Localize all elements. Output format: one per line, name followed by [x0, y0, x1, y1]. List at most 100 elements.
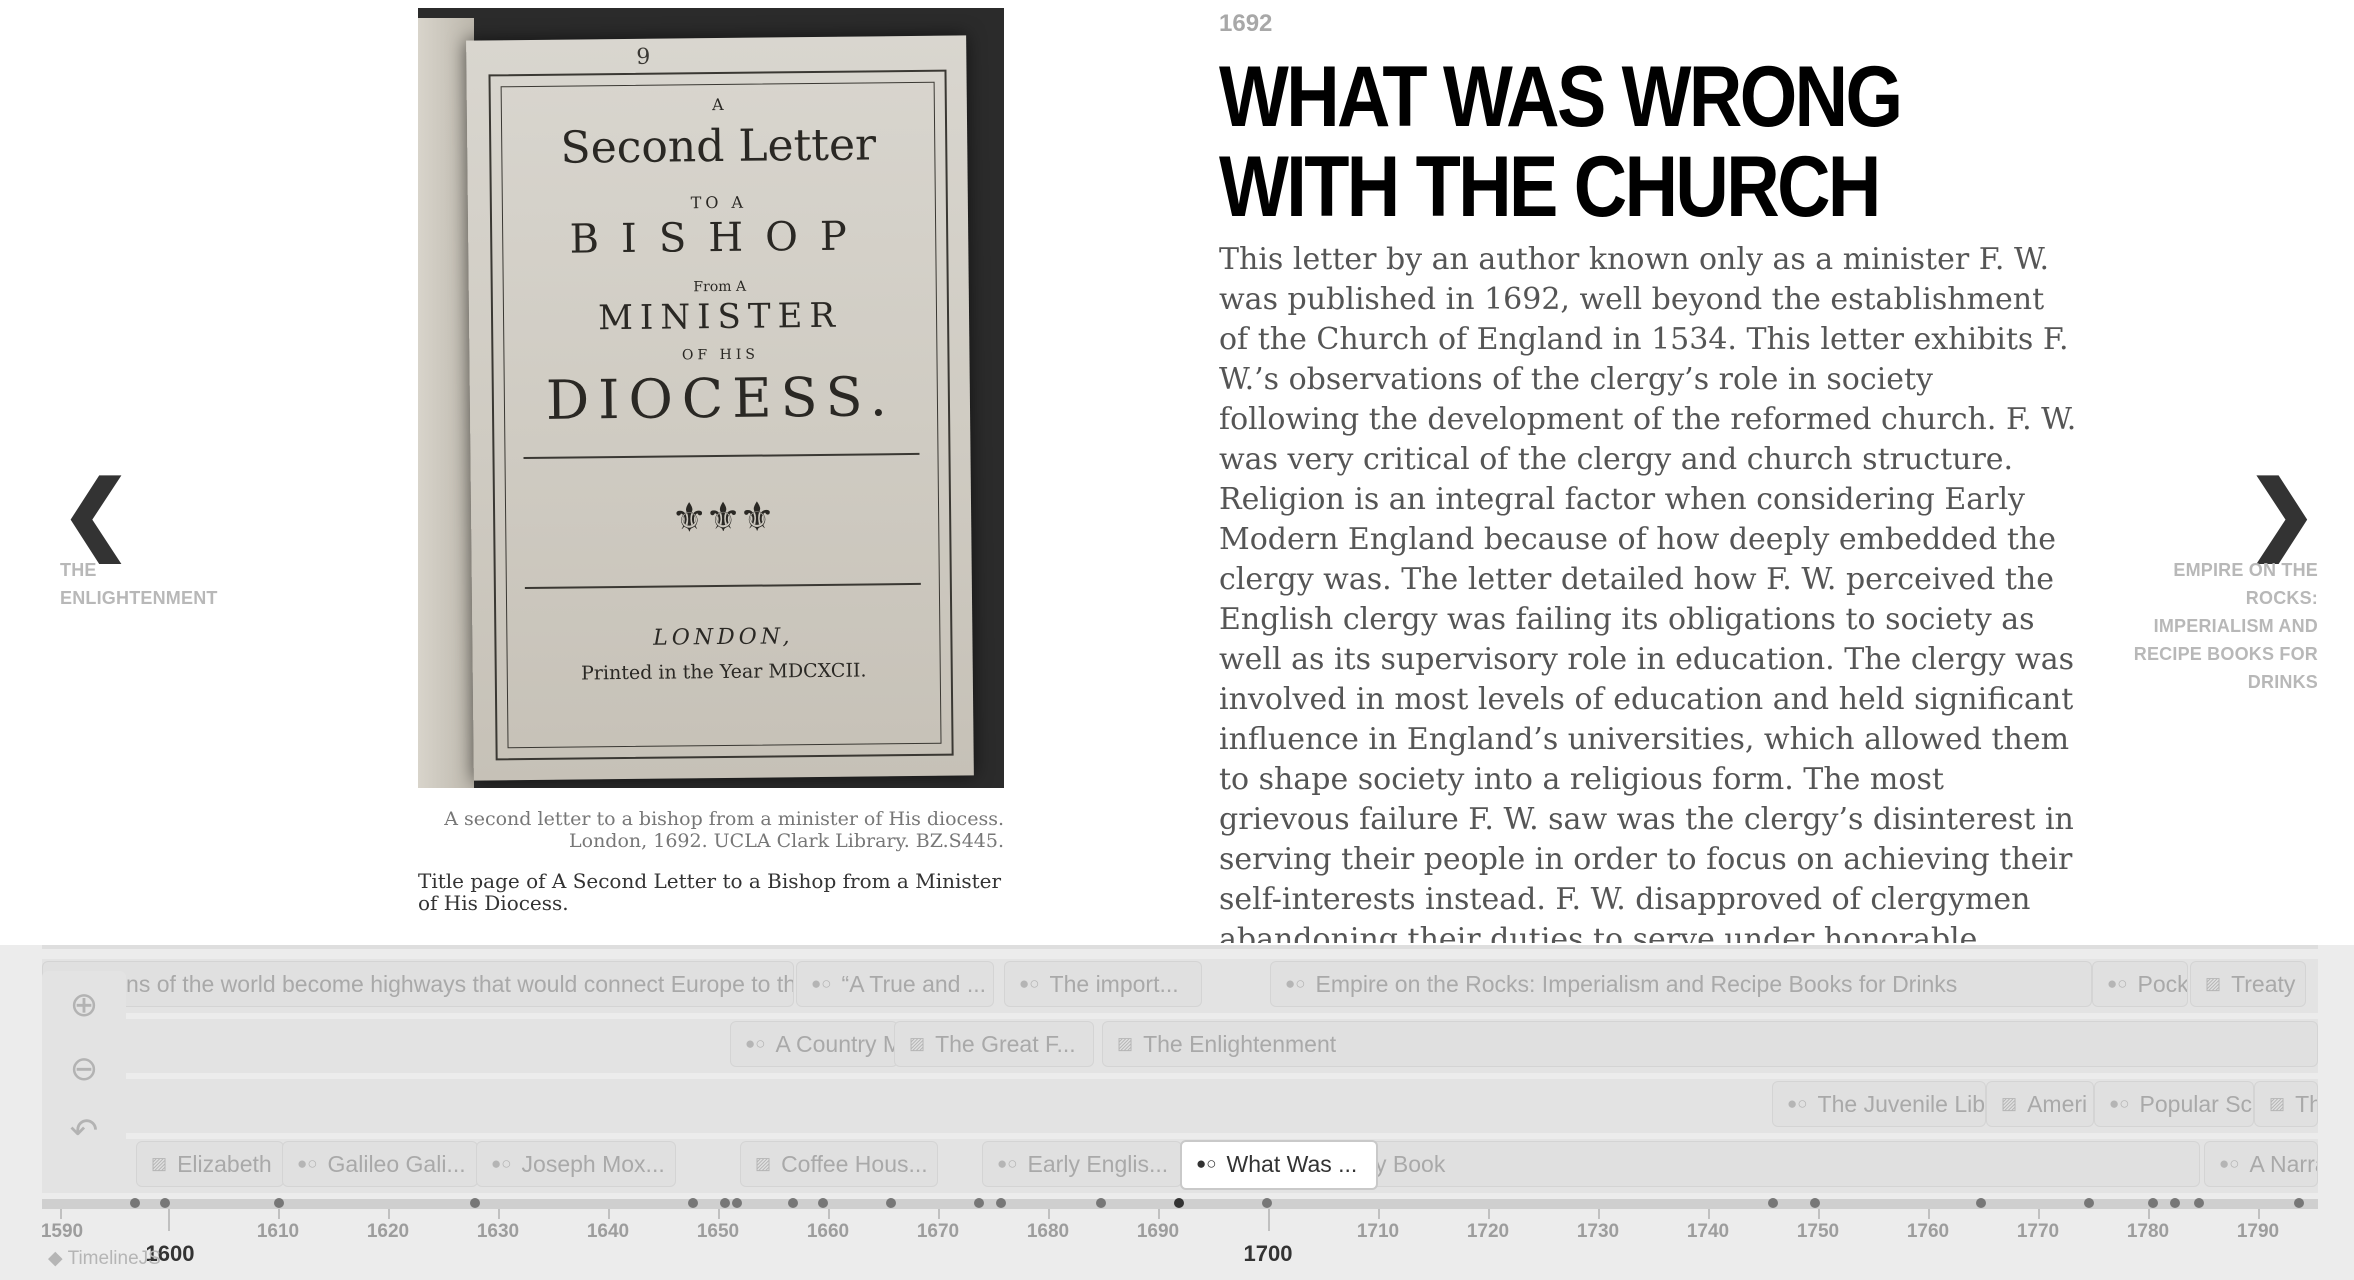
timeline-marker[interactable]: ▨ Ameri [1986, 1081, 2094, 1127]
slide-text: 1692 What Was Wrong with the Church This… [1219, 8, 2079, 943]
timeline-marker[interactable]: ▨Th [2254, 1081, 2318, 1127]
timeline-marker[interactable]: ●○ Pock [2092, 961, 2188, 1007]
title-page-rule-bottom [524, 582, 921, 590]
marker-type-icon: ●○ [2109, 1094, 2130, 1113]
axis-dot [1976, 1198, 1986, 1208]
timeline-marker[interactable]: ▨ The Great F... [894, 1021, 1094, 1067]
axis-tick [718, 1209, 720, 1219]
axis-year-label: 1730 [1576, 1221, 1620, 1242]
axis-dot [2294, 1198, 2304, 1208]
axis-tick [1488, 1209, 1490, 1219]
axis-dot [1768, 1198, 1778, 1208]
printer-ornament: ⚜⚜⚜ [671, 494, 774, 542]
axis-year-label: 1640 [586, 1221, 630, 1242]
axis-dot [688, 1198, 698, 1208]
image-icon: ▨ [909, 1034, 926, 1053]
timeline-marker[interactable]: ...oceans of the world become highways t… [42, 961, 794, 1007]
timelinejs-logo[interactable]: ◆ TimelineJS [48, 1247, 161, 1270]
book-left-page [418, 18, 474, 788]
zoom-out-icon[interactable]: ⊖ [64, 1049, 104, 1089]
title-line-diocess: DIOCESS. [545, 365, 897, 432]
zoom-in-icon[interactable]: ⊕ [64, 985, 104, 1025]
title-line-bishop: BISHOP [569, 213, 870, 263]
title-page: 9 A Second Letter TO A BISHOP From A MIN… [466, 35, 974, 781]
slide-body: This letter by an author known only as a… [1219, 242, 2077, 943]
axis-dot [818, 1198, 828, 1208]
axis-dot [470, 1198, 480, 1208]
axis-dot [1810, 1198, 1820, 1208]
image-icon: ▨ [151, 1154, 168, 1173]
axis-dot [886, 1198, 896, 1208]
axis-tick [1158, 1209, 1160, 1219]
marker-type-icon: ●○ [1285, 974, 1306, 993]
marker-type-icon: ●○ [1019, 974, 1040, 993]
axis-tick [2148, 1209, 2150, 1219]
timeline-marker[interactable]: ●○ The Juvenile Lib [1772, 1081, 1986, 1127]
timelinejs-diamond-icon: ◆ [48, 1248, 63, 1269]
chevron-left-icon: ❮ [60, 465, 133, 561]
axis-tick [1928, 1209, 1930, 1219]
media-credit: Title page of A Second Letter to a Bisho… [418, 869, 1002, 915]
zoom-controls: ⊕ ⊖ ↶ [42, 971, 126, 1181]
chevron-right-icon: ❯ [2245, 465, 2318, 561]
timeline-marker[interactable]: ●○ The import... [1004, 961, 1202, 1007]
timeline-marker[interactable]: ▨ The Enlightenment [1102, 1021, 2318, 1067]
book-photo: 9 A Second Letter TO A BISHOP From A MIN… [418, 8, 1004, 788]
title-line-of-his: OF HIS [681, 346, 760, 364]
title-line-to-a: TO A [690, 192, 748, 213]
axis-tick [1598, 1209, 1600, 1219]
axis-tick [60, 1209, 62, 1219]
axis-tick [1708, 1209, 1710, 1219]
next-slide-button[interactable]: ❯ EMPIRE ON THE ROCKS: IMPERIALISM AND R… [2128, 470, 2318, 696]
timeline-marker[interactable]: ●○ A Country M [730, 1021, 898, 1067]
timeline-marker-active[interactable]: ●○ What Was ... [1180, 1140, 1378, 1190]
axis-year-label: 1610 [256, 1221, 300, 1242]
axis-year-label: 1720 [1466, 1221, 1510, 1242]
timeline-marker[interactable]: ▨ Elizabeth [136, 1141, 284, 1187]
marker-type-icon: ●○ [297, 1154, 318, 1173]
marker-type-icon: ●○ [2219, 1154, 2240, 1173]
timeline-marker[interactable]: ●○ Galileo Gali... [282, 1141, 478, 1187]
marker-type-icon: ●○ [745, 1034, 766, 1053]
axis-tick [1268, 1209, 1270, 1231]
back-to-start-icon[interactable]: ↶ [64, 1111, 104, 1151]
axis-dot [1262, 1198, 1272, 1208]
timeline-marker[interactable]: ●○A Narra [2204, 1141, 2318, 1187]
axis-year-label: 1650 [696, 1221, 740, 1242]
timeline-marker[interactable]: ●○ Early Englis... [982, 1141, 1182, 1187]
timeline-marker[interactable]: ●○ Popular Sc [2094, 1081, 2254, 1127]
axis-dot [788, 1198, 798, 1208]
timeline-navigator[interactable]: ...oceans of the world become highways t… [0, 945, 2354, 1280]
axis-dot [732, 1198, 742, 1208]
timeline-marker[interactable]: ●○ “A True and ... [796, 961, 994, 1007]
axis-dot [996, 1198, 1006, 1208]
timeline-marker[interactable]: ●○ Joseph Mox... [476, 1141, 676, 1187]
axis-year-label: 1750 [1796, 1221, 1840, 1242]
axis-dot [1096, 1198, 1106, 1208]
axis-dot [2148, 1198, 2158, 1208]
title-line-minister: MINISTER [597, 295, 843, 339]
marker-type-icon: ●○ [1196, 1154, 1217, 1173]
axis-tick [168, 1209, 170, 1231]
axis-dot [160, 1198, 170, 1208]
axis-year-label: 1770 [2016, 1221, 2060, 1242]
timeline-marker[interactable]: y Book [1360, 1141, 2200, 1187]
axis-tick [278, 1209, 280, 1219]
timeline-marker[interactable]: ▨ Coffee Hous... [740, 1141, 938, 1187]
axis-year-label: 1620 [366, 1221, 410, 1242]
title-line-printed: Printed in the Year MDCXCII. [580, 659, 867, 685]
timeline-marker[interactable]: ▨ Treaty [2190, 961, 2306, 1007]
marker-type-icon: ●○ [1787, 1094, 1808, 1113]
timeline-marker[interactable]: ●○ Empire on the Rocks: Imperialism and R… [1270, 961, 2092, 1007]
previous-slide-button[interactable]: ❮ THE ENLIGHTENMENT [60, 470, 250, 612]
axis-tick [1378, 1209, 1380, 1219]
timeline-top-border [42, 945, 2318, 949]
title-line-second-letter: Second Letter [560, 119, 877, 174]
image-icon: ▨ [1117, 1034, 1134, 1053]
marker-type-icon: ●○ [491, 1154, 512, 1173]
axis-tick [2258, 1209, 2260, 1219]
axis-year-label: 1790 [2236, 1221, 2280, 1242]
axis-tick [1818, 1209, 1820, 1219]
axis-tick [938, 1209, 940, 1219]
slide-media: 9 A Second Letter TO A BISHOP From A MIN… [418, 8, 1004, 914]
